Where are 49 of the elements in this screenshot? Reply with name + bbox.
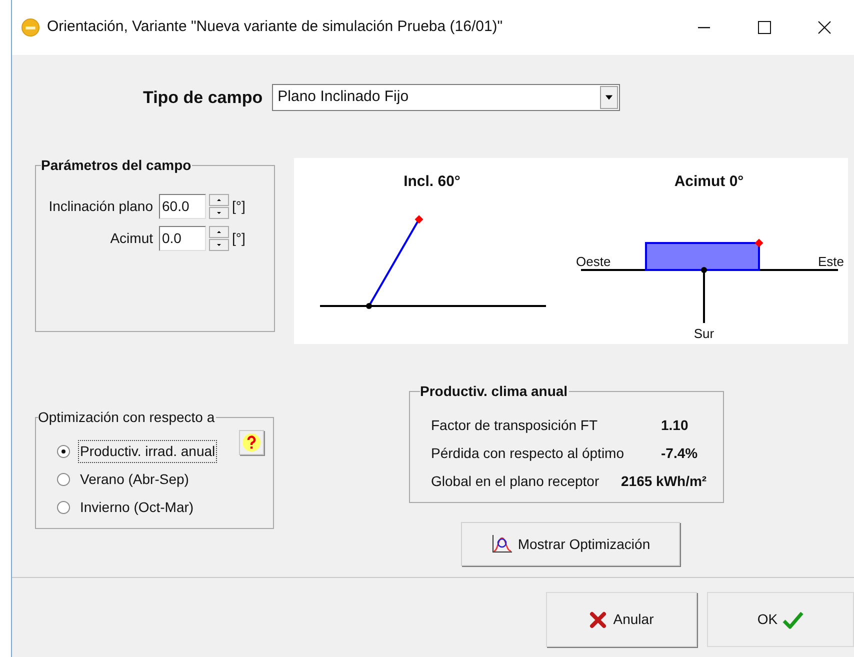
- app-icon: [21, 18, 40, 37]
- result-label: Pérdida con respecto al óptimo: [431, 444, 621, 463]
- spin-down-icon: [209, 206, 229, 218]
- field-label: Acimut: [109, 228, 154, 248]
- east-label: Este: [818, 254, 844, 269]
- radio-label[interactable]: Invierno (Oct-Mar): [78, 496, 196, 518]
- azimuth-title: Acimut 0°: [674, 173, 744, 190]
- show-optimization-button[interactable]: Mostrar Optimización: [461, 522, 680, 566]
- maximize-icon: [758, 21, 770, 34]
- result-value: 2165 kWh/m²: [621, 472, 707, 490]
- unit-label: [°]: [232, 228, 246, 248]
- result-label: Global en el plano receptor: [431, 472, 600, 491]
- field-type-dropdown[interactable]: Plano Inclinado Fijo: [272, 84, 620, 111]
- spin-up-icon: [209, 226, 229, 238]
- south-line: [703, 270, 705, 323]
- radio-button[interactable]: [57, 500, 70, 514]
- spin-up-icon: [209, 194, 229, 206]
- result-label: Factor de transposición FT: [431, 416, 599, 435]
- west-label: Oeste: [576, 254, 611, 269]
- window-title: Orientación, Variante "Nueva variante de simulación Prueba (16/01)": [47, 17, 503, 38]
- question-mark-icon: [242, 433, 261, 452]
- cancel-button[interactable]: Anular: [546, 592, 697, 647]
- result-value: -7.4%: [661, 444, 698, 462]
- pivot-dot: [366, 303, 372, 309]
- field-type-label: Tipo de campo: [143, 86, 263, 109]
- pivot-dot: [701, 267, 707, 273]
- tilt-title: Incl. 60°: [404, 173, 460, 190]
- cross-icon: [589, 610, 608, 628]
- number-field[interactable]: 60.0: [159, 194, 206, 218]
- minimize-icon: [698, 26, 710, 28]
- ok-button[interactable]: OK: [707, 592, 854, 647]
- spin-down-icon: [209, 238, 229, 250]
- result-value: 1.10: [661, 416, 688, 434]
- radio-button[interactable]: [57, 444, 70, 458]
- spinner-control[interactable]: [209, 226, 229, 250]
- panel-tip-marker: [414, 215, 424, 224]
- field-type-value: Plano Inclinado Fijo: [278, 87, 410, 108]
- radio-label[interactable]: Productiv. irrad. anual: [78, 440, 218, 462]
- help-button[interactable]: [239, 430, 264, 455]
- radio-label[interactable]: Verano (Abr-Sep): [78, 468, 191, 490]
- checkmark-icon: [782, 610, 804, 628]
- south-label: Sur: [694, 326, 714, 341]
- radio-button[interactable]: [57, 472, 70, 486]
- unit-label: [°]: [232, 196, 246, 216]
- spinner-control[interactable]: [209, 194, 229, 218]
- field-label: Inclinación plano: [48, 196, 154, 216]
- chart-icon: [490, 534, 513, 554]
- number-field[interactable]: 0.0: [159, 226, 206, 250]
- close-icon: [818, 21, 830, 34]
